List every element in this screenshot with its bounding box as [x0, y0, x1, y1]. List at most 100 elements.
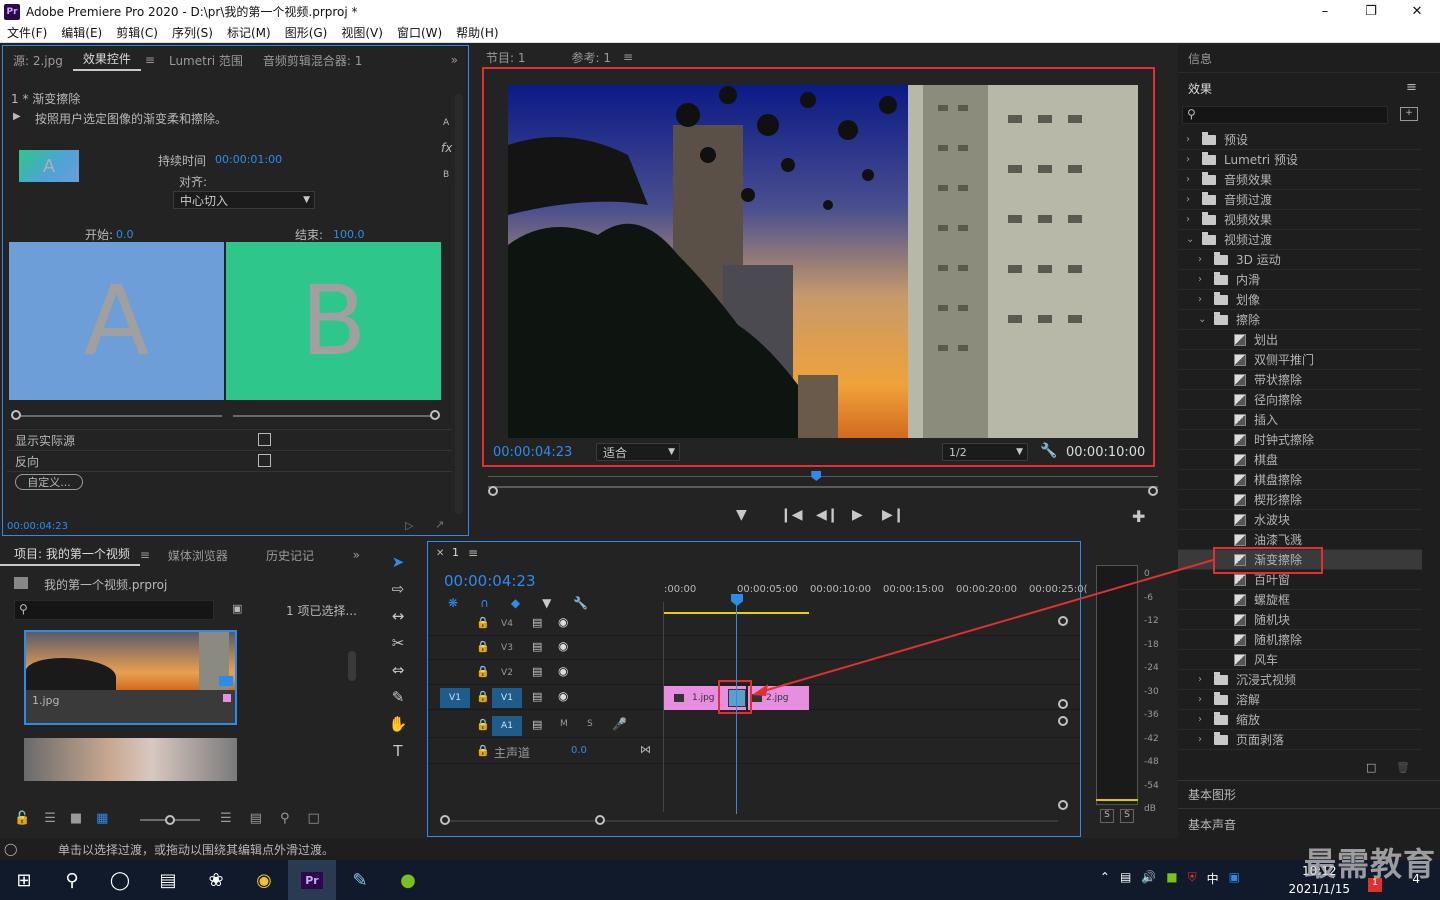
- clip-2[interactable]: 2.jpg: [748, 686, 809, 710]
- scroll-knob[interactable]: [1058, 616, 1068, 626]
- step-back-icon[interactable]: ◀❙: [816, 507, 839, 523]
- find-icon[interactable]: ▣: [232, 602, 242, 615]
- add-marker-icon[interactable]: ▼: [736, 507, 747, 523]
- zoom-end-knob[interactable]: [595, 815, 605, 825]
- selection-tool-icon[interactable]: ➤: [380, 553, 416, 580]
- tab-media-browser[interactable]: 媒体浏览器: [158, 547, 238, 564]
- tab-reference[interactable]: 参考: 1: [536, 49, 622, 66]
- sequence-tab[interactable]: 1: [452, 546, 459, 559]
- tab-source[interactable]: 源: 2.jpg: [3, 52, 73, 69]
- microphone-icon[interactable]: 🎤: [612, 717, 627, 731]
- align-dropdown[interactable]: 中心切入 ▼: [173, 191, 315, 209]
- lock-icon[interactable]: 🔓: [14, 811, 30, 826]
- effects-item[interactable]: 双侧平推门: [1178, 350, 1422, 370]
- effects-item[interactable]: › Lumetri 预设: [1178, 150, 1422, 170]
- basic-sound-tab[interactable]: 基本声音: [1188, 816, 1236, 833]
- menu-marker[interactable]: 标记(M): [220, 24, 278, 41]
- mute-button[interactable]: M: [560, 719, 568, 729]
- sync-lock-icon[interactable]: ▤: [532, 690, 542, 703]
- menu-graphics[interactable]: 图形(G): [278, 24, 335, 41]
- track-v4[interactable]: 🔒 V4 ▤ ◉: [428, 612, 1080, 636]
- new-folder-icon[interactable]: □: [1366, 761, 1376, 774]
- project-search-input[interactable]: ⚲: [14, 600, 214, 620]
- ime-indicator[interactable]: 中: [1207, 870, 1219, 887]
- project-item-2[interactable]: [24, 738, 237, 781]
- collapse-triangle-icon[interactable]: ▶: [13, 111, 21, 122]
- effects-item[interactable]: 划出: [1178, 330, 1422, 350]
- effects-item[interactable]: › 视频效果: [1178, 210, 1422, 230]
- close-icon[interactable]: ✕: [1394, 0, 1440, 23]
- menu-view[interactable]: 视图(V): [334, 24, 390, 41]
- playhead[interactable]: [731, 594, 743, 606]
- effects-item[interactable]: › 沉浸式视频: [1178, 670, 1422, 690]
- end-value[interactable]: 100.0: [333, 228, 365, 241]
- lock-icon[interactable]: 🔒: [476, 744, 490, 757]
- effects-item[interactable]: 径向擦除: [1178, 390, 1422, 410]
- tab-project[interactable]: 项目: 我的第一个视频: [0, 545, 140, 566]
- sync-lock-icon[interactable]: ▤: [532, 665, 542, 678]
- scrub-bar[interactable]: [488, 486, 1158, 488]
- menu-edit[interactable]: 编辑(E): [54, 24, 109, 41]
- solo-button[interactable]: S: [587, 719, 593, 729]
- effects-item[interactable]: › 溶解: [1178, 690, 1422, 710]
- effects-item[interactable]: › 预设: [1178, 130, 1422, 150]
- marker-icon[interactable]: ▼: [542, 596, 551, 610]
- settings-wrench-icon[interactable]: 🔧: [1040, 443, 1057, 459]
- effects-item[interactable]: ⌄ 视频过渡: [1178, 230, 1422, 250]
- effects-item[interactable]: › 缩放: [1178, 710, 1422, 730]
- playhead[interactable]: [811, 471, 822, 481]
- menu-window[interactable]: 窗口(W): [390, 24, 449, 41]
- new-bin-icon[interactable]: □: [307, 811, 319, 826]
- cortana-icon[interactable]: ◯: [96, 860, 144, 900]
- tab-info[interactable]: 信息: [1188, 50, 1212, 67]
- scroll-knob[interactable]: [1058, 800, 1068, 810]
- start-icon[interactable]: ⊞: [0, 860, 48, 900]
- zoom-start-knob[interactable]: [440, 815, 450, 825]
- program-video-frame[interactable]: [508, 85, 1138, 438]
- lock-icon[interactable]: 🔒: [476, 640, 490, 653]
- sync-lock-icon[interactable]: ▤: [532, 616, 542, 629]
- basic-graphics-tab[interactable]: 基本图形: [1188, 786, 1236, 803]
- effects-item[interactable]: › 内滑: [1178, 270, 1422, 290]
- effects-item[interactable]: 棋盘擦除: [1178, 470, 1422, 490]
- panel-menu-icon[interactable]: ≡: [468, 546, 478, 560]
- effects-item[interactable]: 棋盘: [1178, 450, 1422, 470]
- effects-item[interactable]: 风车: [1178, 650, 1422, 670]
- effects-item[interactable]: › 划像: [1178, 290, 1422, 310]
- go-to-out-icon[interactable]: ▶❙: [882, 507, 905, 523]
- slip-tool-icon[interactable]: ⇔: [380, 661, 416, 688]
- solo-right-button[interactable]: S: [1120, 809, 1134, 823]
- ripple-edit-tool-icon[interactable]: ↔: [380, 607, 416, 634]
- effects-item[interactable]: 螺旋框: [1178, 590, 1422, 610]
- zoom-slider-knob[interactable]: [165, 815, 175, 825]
- editor-app-icon[interactable]: ✎: [336, 860, 384, 900]
- network-icon[interactable]: ▤: [1120, 870, 1131, 887]
- effects-item[interactable]: 楔形擦除: [1178, 490, 1422, 510]
- list-view-icon[interactable]: ☰: [44, 811, 56, 826]
- share-icon[interactable]: ↗: [435, 518, 444, 531]
- start-slider-track[interactable]: [17, 415, 222, 417]
- menu-sequence[interactable]: 序列(S): [165, 24, 220, 41]
- effects-item[interactable]: › 音频过渡: [1178, 190, 1422, 210]
- scrub-start-knob[interactable]: [488, 486, 498, 496]
- time-ruler[interactable]: [488, 476, 1158, 477]
- sync-lock-icon[interactable]: ▤: [532, 718, 542, 731]
- solo-left-button[interactable]: S: [1100, 809, 1114, 823]
- reverse-checkbox[interactable]: [258, 454, 271, 467]
- effects-item[interactable]: 随机擦除: [1178, 630, 1422, 650]
- menu-clip[interactable]: 剪辑(C): [109, 24, 165, 41]
- play-icon[interactable]: ▶: [852, 507, 863, 523]
- freeform-view-icon[interactable]: ▦: [96, 811, 108, 826]
- premiere-app-icon[interactable]: Pr: [288, 860, 336, 900]
- timeline-ruler[interactable]: :00:00 00:00:05:00 00:00:10:00 00:00:15:00 0…: [664, 584, 1088, 602]
- timeline-timecode[interactable]: 00:00:04:23: [444, 572, 536, 590]
- minimize-icon[interactable]: –: [1302, 0, 1348, 23]
- effects-search-input[interactable]: ⚲: [1182, 106, 1388, 124]
- panel-menu-icon[interactable]: ≡: [1406, 80, 1417, 95]
- effects-item[interactable]: 时钟式擦除: [1178, 430, 1422, 450]
- track-v3[interactable]: 🔒 V3 ▤ ◉: [428, 636, 1080, 660]
- go-to-in-icon[interactable]: ❙◀: [780, 507, 803, 523]
- scroll-knob[interactable]: [1058, 699, 1068, 709]
- end-slider-track[interactable]: [233, 415, 433, 417]
- overflow-icon[interactable]: »: [343, 548, 370, 562]
